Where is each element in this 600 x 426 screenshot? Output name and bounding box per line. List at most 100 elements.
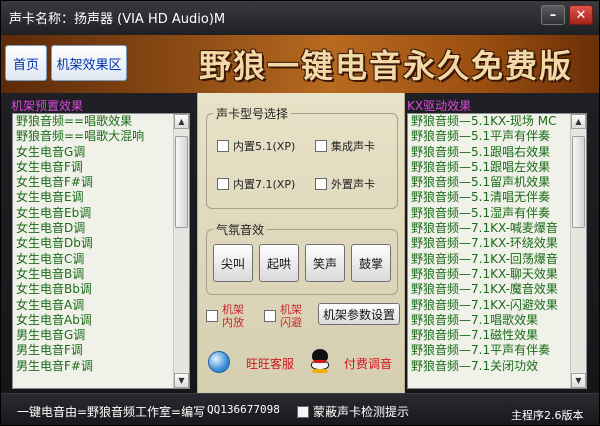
kx-effects-list[interactable]: 野狼音频—5.1KX-现场 MC 野狼音频—5.1平声有伴奏 野狼音频—5.1跟唱右… xyxy=(407,113,587,389)
atmosphere-group: 气氛音效 尖叫 起哄 笑声 鼓掌 xyxy=(206,221,398,295)
sound-card-group: 声卡型号选择 内置5.1(XP) 集成声卡 内置7.1(XP) 外置声卡 xyxy=(206,105,398,209)
rack-internal-label: 机架 内放 xyxy=(222,303,244,329)
list-item[interactable]: 男生电音F调 xyxy=(13,343,173,358)
checkbox-icon[interactable] xyxy=(264,310,276,322)
credit-text: 一键电音由=野狼音频工作室=编写 xyxy=(17,405,206,419)
list-item[interactable]: 野狼音频—5.1跟唱右效果 xyxy=(408,145,570,160)
tab-home[interactable]: 首页 xyxy=(5,45,47,81)
main-area: 机架预置效果 野狼音频==唱歌效果 野狼音频==唱歌大混响 女生电音G调 女生电音F调… xyxy=(1,93,599,393)
sound-card-title: 声卡型号选择 xyxy=(213,105,292,122)
list-item[interactable]: 女生电音D调 xyxy=(13,221,173,236)
scroll-down-arrow-icon[interactable]: ▼ xyxy=(571,373,586,388)
list-item[interactable]: 女生电音B调 xyxy=(13,267,173,282)
preset-items: 野狼音频==唱歌效果 野狼音频==唱歌大混响 女生电音G调 女生电音F调 女生电音F#调… xyxy=(13,114,173,374)
preset-effects-list[interactable]: 野狼音频==唱歌效果 野狼音频==唱歌大混响 女生电音G调 女生电音F调 女生电音F#调… xyxy=(12,113,190,389)
scroll-thumb[interactable] xyxy=(175,136,188,228)
checkbox-label: 集成声卡 xyxy=(331,140,375,153)
list-item[interactable]: 野狼音频—5.1留声机效果 xyxy=(408,175,570,190)
boo-button[interactable]: 起哄 xyxy=(259,244,299,282)
laugh-button[interactable]: 笑声 xyxy=(305,244,345,282)
list-item[interactable]: 女生电音F调 xyxy=(13,160,173,175)
list-item[interactable]: 野狼音频—7.1磁性效果 xyxy=(408,328,570,343)
list-item[interactable]: 女生电音G调 xyxy=(13,145,173,160)
rack-avoid-label: 机架 闪避 xyxy=(280,303,302,329)
kx-scrollbar[interactable]: ▲ ▼ xyxy=(570,114,586,388)
checkbox-label: 内置7.1(XP) xyxy=(233,178,296,191)
kx-effects-label: KX驱动效果 xyxy=(407,99,472,113)
applause-button[interactable]: 鼓掌 xyxy=(351,244,391,282)
wangwang-service-link[interactable]: 旺旺客服 xyxy=(246,355,294,372)
list-item[interactable]: 野狼音频==唱歌效果 xyxy=(13,114,173,129)
status-bar: 一键电音由=野狼音频工作室=编写 QQ136677098 蒙蔽声卡检测提示 主程… xyxy=(1,393,599,425)
rack-params-button[interactable]: 机架参数设置 xyxy=(318,303,400,325)
list-item[interactable]: 女生电音C调 xyxy=(13,252,173,267)
list-item[interactable]: 女生电音E调 xyxy=(13,190,173,205)
app-window: 声卡名称：扬声器 (VIA HD Audio)M – ✕ 首页 机架效果区 野狼… xyxy=(0,0,600,426)
list-item[interactable]: 野狼音频—7.1KX-回荡爆音 xyxy=(408,252,570,267)
list-item[interactable]: 女生电音F#调 xyxy=(13,175,173,190)
wangwang-icon[interactable] xyxy=(208,351,230,373)
scroll-up-arrow-icon[interactable]: ▲ xyxy=(571,114,586,129)
list-item[interactable]: 野狼音频—5.1湿声有伴奏 xyxy=(408,206,570,221)
list-item[interactable]: 野狼音频—5.1清唱无伴奏 xyxy=(408,190,570,205)
list-item[interactable]: 野狼音频—7.1KX-环绕效果 xyxy=(408,236,570,251)
checkbox-icon[interactable] xyxy=(217,140,229,152)
checkbox-external[interactable]: 外置声卡 xyxy=(315,176,375,192)
service-row: 旺旺客服 付费调音 xyxy=(198,349,406,377)
preset-effects-label: 机架预置效果 xyxy=(11,99,84,113)
preset-scrollbar[interactable]: ▲ ▼ xyxy=(173,114,189,388)
checkbox-icon[interactable] xyxy=(217,178,229,190)
list-item[interactable]: 野狼音频—7.1KX-喊麦爆音 xyxy=(408,221,570,236)
checkbox-icon[interactable] xyxy=(315,140,327,152)
list-item[interactable]: 野狼音频—7.1关闭功效 xyxy=(408,359,570,374)
list-item[interactable]: 野狼音频—7.1KX-魔音效果 xyxy=(408,282,570,297)
list-item[interactable]: 男生电音G调 xyxy=(13,328,173,343)
list-item[interactable]: 野狼音频—5.1跟唱左效果 xyxy=(408,160,570,175)
kx-items: 野狼音频—5.1KX-现场 MC 野狼音频—5.1平声有伴奏 野狼音频—5.1跟唱右… xyxy=(408,114,570,374)
list-item[interactable]: 女生电音Ab调 xyxy=(13,313,173,328)
scroll-thumb[interactable] xyxy=(572,136,585,228)
checkbox-icon[interactable] xyxy=(206,310,218,322)
checkbox-label: 外置声卡 xyxy=(331,178,375,191)
list-item[interactable]: 野狼音频—7.1KX-聊天效果 xyxy=(408,267,570,282)
checkbox-shield-detection[interactable]: 蒙蔽声卡检测提示 xyxy=(297,403,409,420)
list-item[interactable]: 女生电音Bb调 xyxy=(13,282,173,297)
shield-detection-label: 蒙蔽声卡检测提示 xyxy=(313,405,410,419)
list-item[interactable]: 野狼音频—7.1唱歌效果 xyxy=(408,313,570,328)
scroll-up-arrow-icon[interactable]: ▲ xyxy=(174,114,189,129)
list-item[interactable]: 野狼音频==唱歌大混响 xyxy=(13,129,173,144)
banner-title: 野狼一键电音永久免费版 xyxy=(199,47,574,85)
list-item[interactable]: 女生电音A调 xyxy=(13,298,173,313)
scream-button[interactable]: 尖叫 xyxy=(213,244,253,282)
checkbox-rack-internal[interactable]: 机架 内放 xyxy=(206,303,244,329)
qq-penguin-icon[interactable] xyxy=(310,349,330,373)
qq-number: QQ136677098 xyxy=(207,403,280,416)
scroll-down-arrow-icon[interactable]: ▼ xyxy=(174,373,189,388)
list-item[interactable]: 男生电音F#调 xyxy=(13,359,173,374)
checkbox-integrated[interactable]: 集成声卡 xyxy=(315,138,375,154)
checkbox-internal-71[interactable]: 内置7.1(XP) xyxy=(217,176,295,192)
list-item[interactable]: 野狼音频—7.1平声有伴奏 xyxy=(408,343,570,358)
list-item[interactable]: 野狼音频—5.1KX-现场 MC xyxy=(408,114,570,129)
list-item[interactable]: 野狼音频—7.1KX-闪避效果 xyxy=(408,298,570,313)
checkbox-icon[interactable] xyxy=(315,178,327,190)
close-button[interactable]: ✕ xyxy=(569,5,593,25)
header-banner: 首页 机架效果区 野狼一键电音永久免费版 xyxy=(1,35,599,93)
window-title: 声卡名称：扬声器 (VIA HD Audio)M xyxy=(9,12,226,27)
title-bar[interactable]: 声卡名称：扬声器 (VIA HD Audio)M – ✕ xyxy=(1,1,599,35)
list-item[interactable]: 女生电音Db调 xyxy=(13,236,173,251)
checkbox-label: 内置5.1(XP) xyxy=(233,140,296,153)
checkbox-internal-51[interactable]: 内置5.1(XP) xyxy=(217,138,295,154)
paid-tuning-link[interactable]: 付费调音 xyxy=(344,355,392,372)
tab-rack-effects[interactable]: 机架效果区 xyxy=(51,45,127,81)
list-item[interactable]: 女生电音Eb调 xyxy=(13,206,173,221)
checkbox-icon[interactable] xyxy=(297,405,309,418)
checkbox-rack-avoid[interactable]: 机架 闪避 xyxy=(264,303,302,329)
control-panel: 声卡型号选择 内置5.1(XP) 集成声卡 内置7.1(XP) 外置声卡 气氛音… xyxy=(197,93,405,393)
minimize-button[interactable]: – xyxy=(541,5,565,25)
close-icon: ✕ xyxy=(575,7,587,23)
minimize-icon: – xyxy=(549,7,557,23)
version-text: 主程序2.6版本 xyxy=(511,409,584,422)
list-item[interactable]: 野狼音频—5.1平声有伴奏 xyxy=(408,129,570,144)
atmosphere-title: 气氛音效 xyxy=(213,221,268,238)
